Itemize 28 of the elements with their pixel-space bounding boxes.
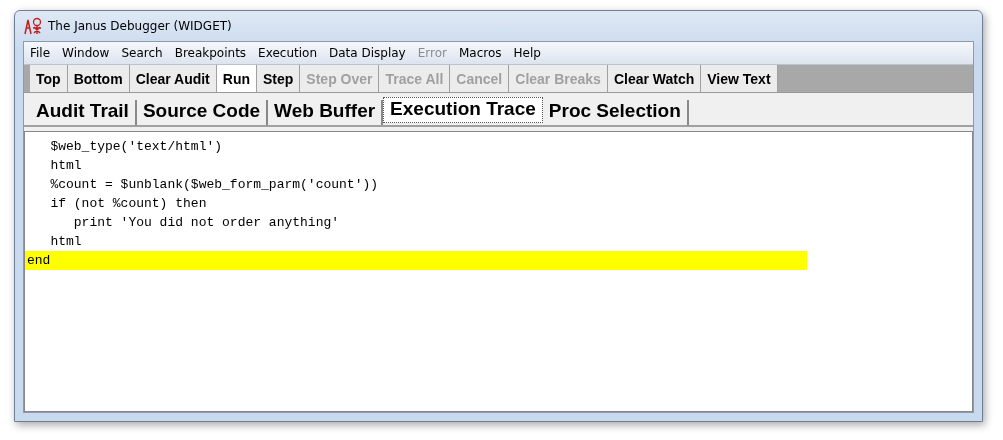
- menu-item[interactable]: Execution: [252, 46, 323, 60]
- code-line: print 'You did not order anything': [72, 214, 341, 232]
- menu-item[interactable]: Breakpoints: [168, 46, 253, 60]
- tab[interactable]: Audit Trail: [30, 100, 137, 125]
- tab[interactable]: Proc Selection: [542, 100, 689, 125]
- window-title: The Janus Debugger (WIDGET): [48, 19, 232, 33]
- code-line: %count = $unblank($web_form_parm('count')): [49, 176, 380, 194]
- toolbar-button[interactable]: Clear Watch: [607, 65, 702, 92]
- menu-item[interactable]: Window: [56, 46, 116, 60]
- code-editor[interactable]: $web_type('text/html') html %count = $unblank($web_form_parm('count')) if (not %count) then print 'You did not order anything' html end: [24, 131, 973, 412]
- toolbar-button[interactable]: View Text: [701, 65, 778, 92]
- code-line: html: [49, 233, 83, 251]
- toolbar-button[interactable]: Run: [216, 65, 257, 92]
- menu-item[interactable]: File: [24, 46, 57, 60]
- tab[interactable]: Execution Trace: [383, 97, 543, 123]
- toolbar-button[interactable]: Step: [257, 65, 301, 92]
- code-line: if (not %count) then: [49, 195, 208, 213]
- menu-item[interactable]: Help: [507, 46, 547, 60]
- menu-item[interactable]: Search: [115, 46, 169, 60]
- toolbar-button[interactable]: Bottom: [67, 65, 130, 92]
- menu-item[interactable]: Macros: [452, 46, 508, 60]
- toolbar-button[interactable]: Clear Audit: [129, 65, 217, 92]
- app-logo-icon: [23, 17, 43, 35]
- menu-item[interactable]: Data Display: [323, 46, 412, 60]
- code-line: html: [49, 157, 83, 175]
- toolbar-button[interactable]: Top: [30, 65, 68, 92]
- code-line: $web_type('text/html'): [49, 138, 224, 156]
- tab[interactable]: Source Code: [136, 100, 269, 125]
